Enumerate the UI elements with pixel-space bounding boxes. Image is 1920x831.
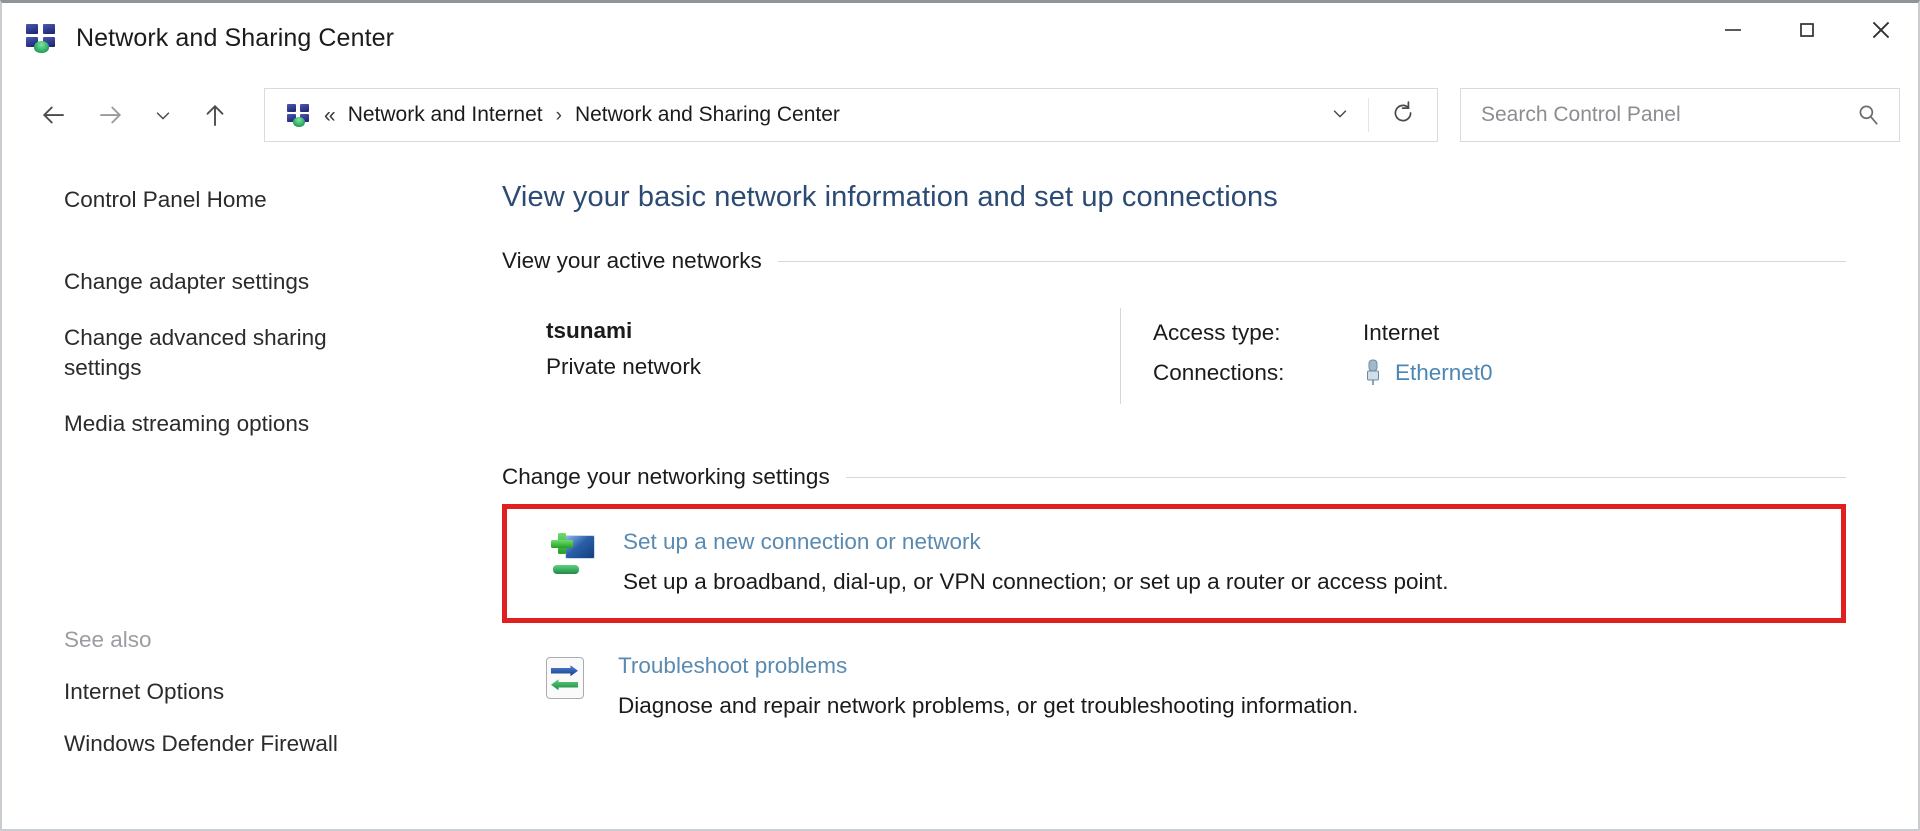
breadcrumb-item-network-and-internet[interactable]: Network and Internet: [348, 103, 543, 127]
networking-settings-section: Change your networking settings: [502, 464, 1846, 725]
connections-value: Ethernet0: [1363, 359, 1493, 387]
window-title: Network and Sharing Center: [76, 24, 394, 53]
networking-settings-heading: Change your networking settings: [502, 464, 1846, 490]
task-link-troubleshoot-problems[interactable]: Troubleshoot problems: [618, 653, 1846, 679]
maximize-icon: [1795, 18, 1819, 42]
task-body: Troubleshoot problems Diagnose and repai…: [618, 653, 1846, 720]
chevron-down-icon: [152, 104, 174, 126]
refresh-button[interactable]: [1369, 89, 1437, 141]
task-description-troubleshoot-problems: Diagnose and repair network problems, or…: [618, 691, 1846, 720]
navigation-bar: « Network and Internet › Network and Sha…: [2, 73, 1918, 157]
connections-row: Connections: Ethernet0: [1153, 358, 1846, 388]
access-type-row: Access type: Internet: [1153, 318, 1846, 348]
window-controls: [1696, 3, 1918, 73]
title-bar: Network and Sharing Center: [2, 3, 1918, 73]
search-icon[interactable]: [1855, 102, 1881, 128]
up-button[interactable]: [186, 86, 244, 144]
active-network-identity: tsunami Private network: [502, 308, 1120, 404]
search-box[interactable]: [1460, 88, 1900, 142]
minimize-icon: [1721, 18, 1745, 42]
recent-locations-button[interactable]: [140, 86, 186, 144]
address-dropdown-button[interactable]: [1312, 89, 1368, 141]
section-rule: [778, 261, 1846, 262]
page-title: View your basic network information and …: [502, 181, 1846, 214]
up-arrow-icon: [200, 100, 230, 130]
refresh-icon: [1390, 100, 1416, 131]
task-set-up-new-connection[interactable]: Set up a new connection or network Set u…: [507, 525, 1841, 600]
breadcrumb-separator-icon[interactable]: ›: [556, 106, 562, 125]
address-bar[interactable]: « Network and Internet › Network and Sha…: [264, 88, 1438, 142]
minimize-button[interactable]: [1696, 3, 1770, 57]
sidebar-item-internet-options[interactable]: Internet Options: [64, 677, 464, 707]
title-bar-left: Network and Sharing Center: [2, 21, 394, 55]
search-input[interactable]: [1481, 103, 1855, 127]
sidebar-item-change-advanced-sharing-settings[interactable]: Change advanced sharing settings: [64, 323, 394, 383]
back-arrow-icon: [38, 100, 68, 130]
section-rule: [846, 477, 1846, 478]
forward-button[interactable]: [82, 86, 140, 144]
active-networks-heading: View your active networks: [502, 248, 1846, 274]
back-button[interactable]: [24, 86, 82, 144]
network-name: tsunami: [546, 318, 1120, 344]
networking-settings-heading-label: Change your networking settings: [502, 464, 830, 490]
breadcrumb-item-network-and-sharing-center[interactable]: Network and Sharing Center: [575, 103, 840, 127]
forward-arrow-icon: [96, 100, 126, 130]
connection-link-ethernet0[interactable]: Ethernet0: [1395, 360, 1493, 386]
task-body: Set up a new connection or network Set u…: [623, 529, 1841, 596]
ethernet-icon: [1363, 359, 1383, 387]
window-body: Control Panel Home Change adapter settin…: [2, 157, 1918, 829]
access-type-label: Access type:: [1153, 320, 1363, 346]
troubleshoot-icon: [546, 653, 590, 720]
sidebar-item-change-adapter-settings[interactable]: Change adapter settings: [64, 267, 464, 297]
active-networks-heading-label: View your active networks: [502, 248, 762, 274]
maximize-button[interactable]: [1770, 3, 1844, 57]
network-sharing-icon: [24, 21, 58, 55]
task-description-set-up-new-connection: Set up a broadband, dial-up, or VPN conn…: [623, 567, 1841, 596]
main-content: View your basic network information and …: [494, 157, 1918, 829]
breadcrumb-overflow-icon[interactable]: «: [324, 105, 336, 126]
chevron-down-icon: [1329, 102, 1351, 129]
close-button[interactable]: [1844, 3, 1918, 57]
see-also-heading: See also: [64, 627, 464, 653]
sidebar-spacer: [64, 465, 464, 628]
network-sharing-center-window: Network and Sharing Center: [0, 0, 1920, 831]
sidebar-item-control-panel-home[interactable]: Control Panel Home: [64, 185, 464, 215]
access-type-value: Internet: [1363, 320, 1439, 346]
see-also-section: See also Internet Options Windows Defend…: [64, 627, 464, 829]
sidebar-item-windows-defender-firewall[interactable]: Windows Defender Firewall: [64, 729, 464, 759]
breadcrumb-network-icon: [285, 102, 312, 129]
connections-label: Connections:: [1153, 360, 1363, 386]
new-connection-icon: [551, 529, 595, 596]
task-link-set-up-new-connection[interactable]: Set up a new connection or network: [623, 529, 1841, 555]
address-bar-actions: [1312, 89, 1437, 141]
sidebar-item-media-streaming-options[interactable]: Media streaming options: [64, 409, 464, 439]
highlight-box-set-up-new-connection: Set up a new connection or network Set u…: [502, 504, 1846, 623]
network-type: Private network: [546, 354, 1120, 380]
active-network-details: Access type: Internet Connections:: [1121, 308, 1846, 404]
task-troubleshoot-problems[interactable]: Troubleshoot problems Diagnose and repai…: [502, 623, 1846, 724]
sidebar: Control Panel Home Change adapter settin…: [2, 157, 494, 829]
active-network-row: tsunami Private network Access type: Int…: [502, 286, 1846, 418]
close-icon: [1868, 17, 1894, 43]
